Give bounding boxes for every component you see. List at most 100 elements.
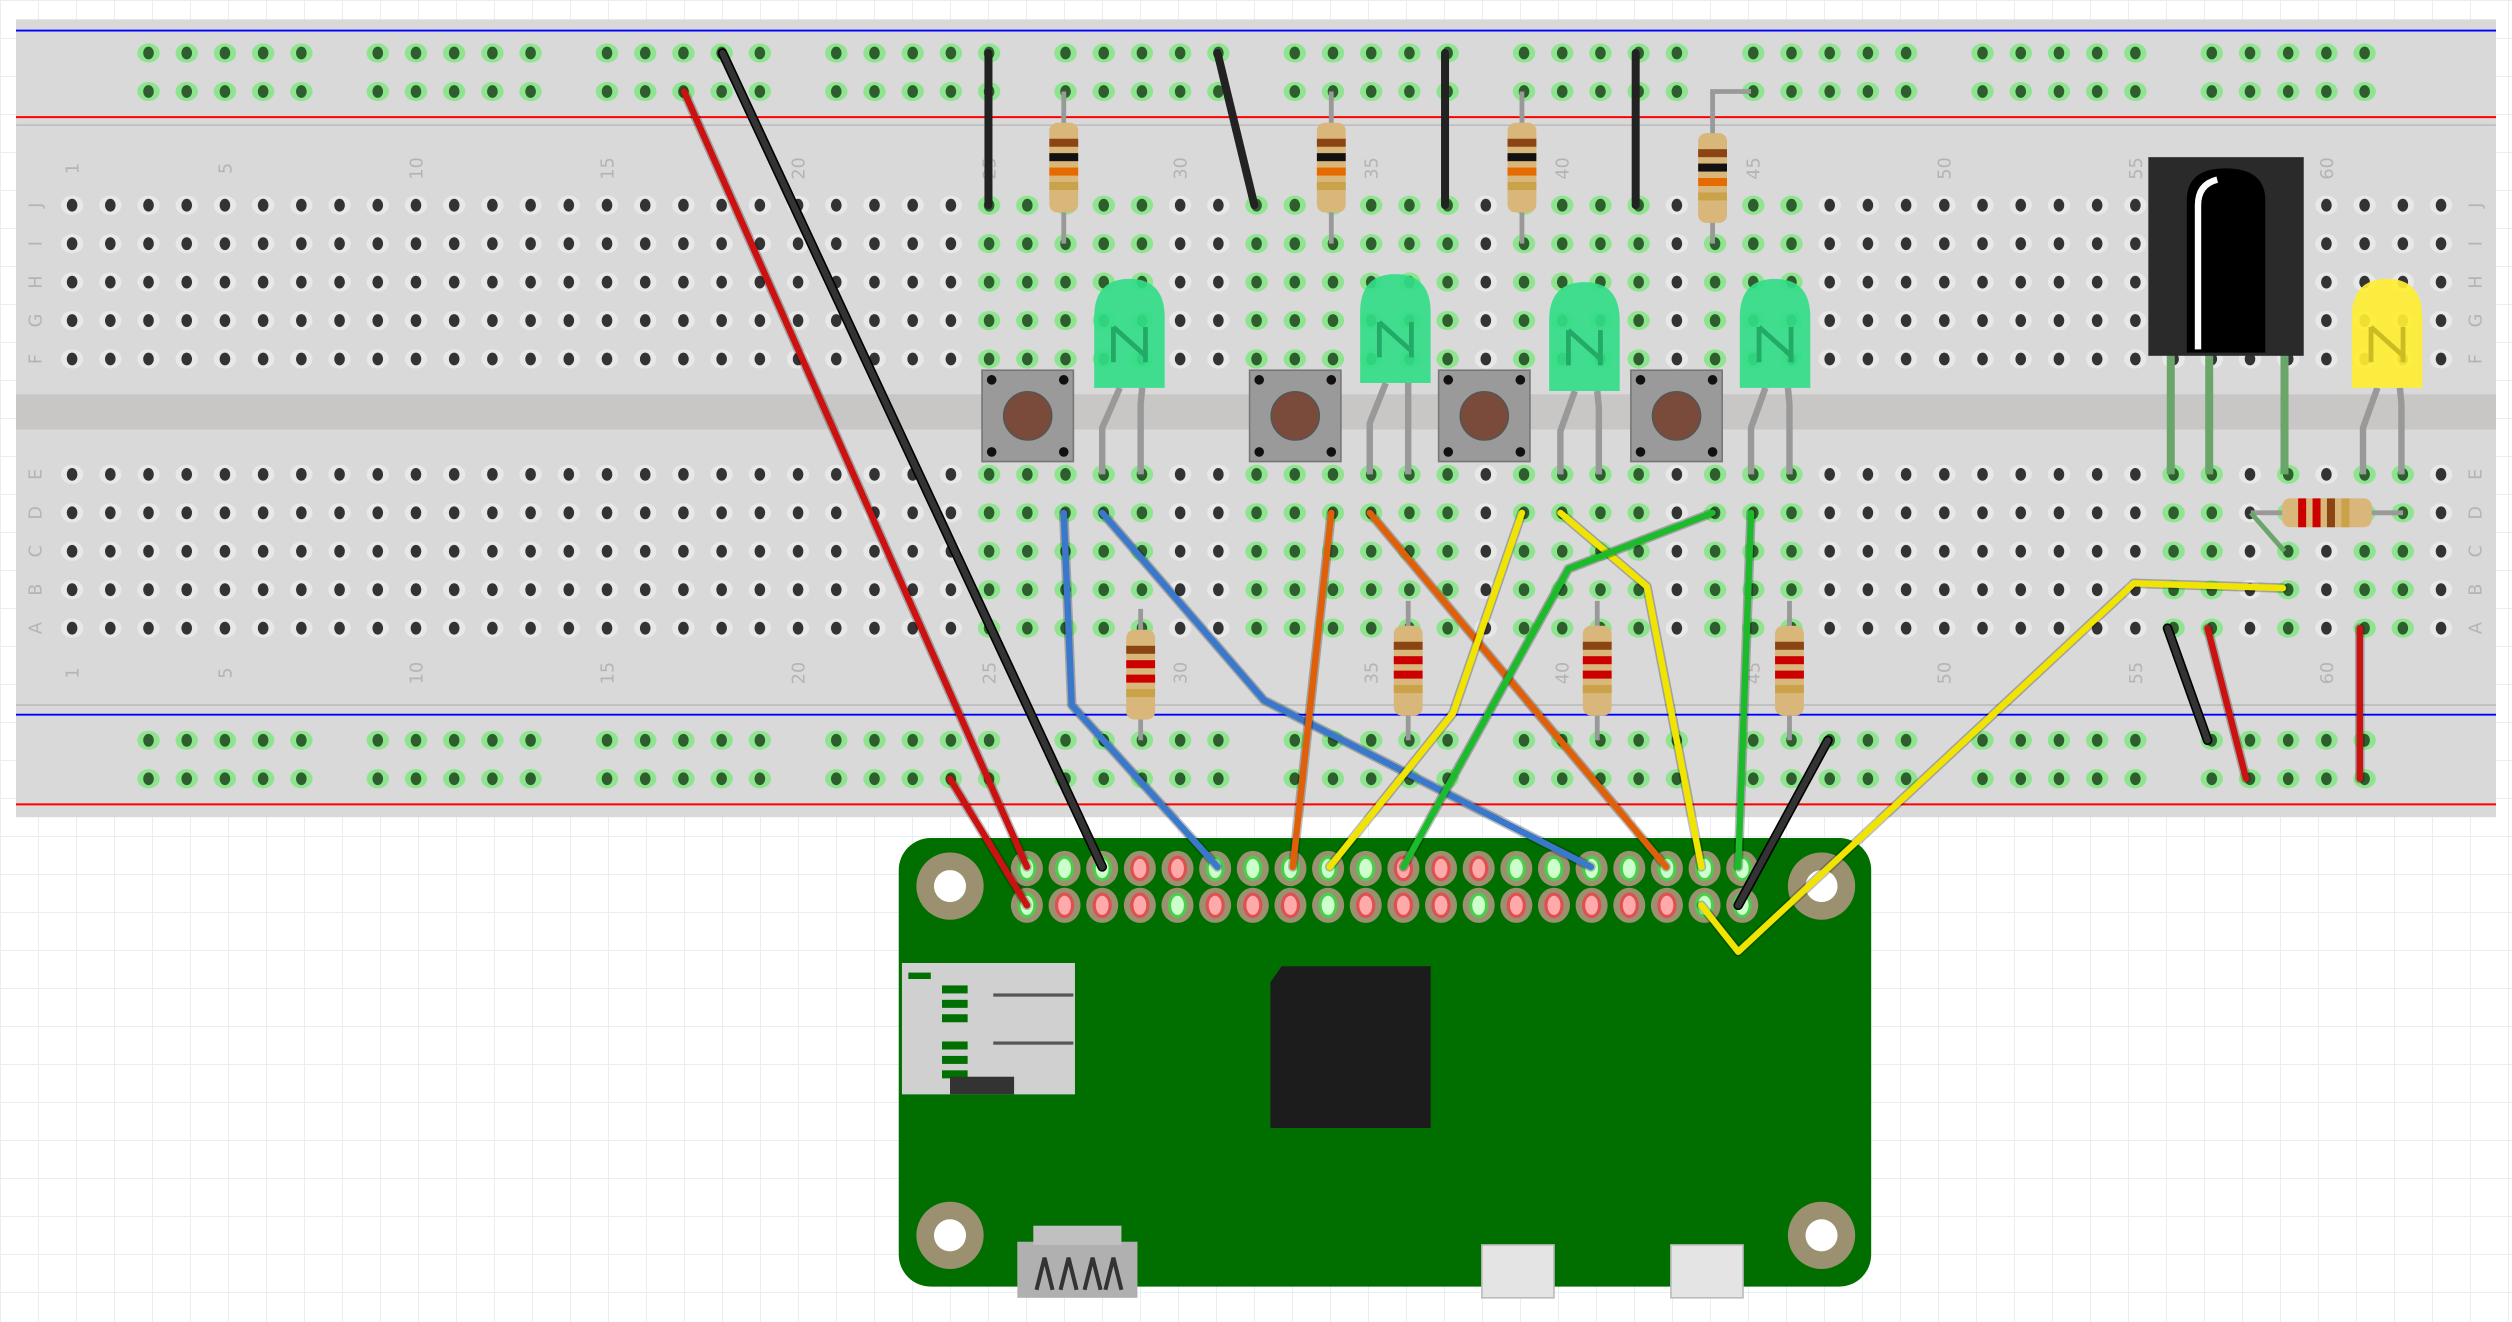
breadboard-hole[interactable]	[519, 349, 542, 369]
breadboard-hole[interactable]	[251, 310, 275, 331]
breadboard-hole[interactable]	[290, 769, 313, 789]
breadboard-hole[interactable]	[901, 349, 924, 369]
breadboard-hole[interactable]	[939, 234, 963, 254]
breadboard-hole[interactable]	[2353, 43, 2376, 63]
breadboard-hole[interactable]	[290, 310, 313, 331]
breadboard-hole[interactable]	[557, 503, 581, 523]
breadboard-hole[interactable]	[1551, 81, 1574, 102]
breadboard-hole[interactable]	[1474, 310, 1498, 331]
breadboard-hole[interactable]	[557, 272, 581, 292]
breadboard-hole[interactable]	[710, 580, 733, 600]
breadboard-hole[interactable]	[404, 769, 428, 789]
breadboard-hole[interactable]	[1245, 464, 1268, 484]
breadboard-hole[interactable]	[1130, 580, 1154, 600]
breadboard-hole[interactable]	[1818, 503, 1841, 523]
breadboard-hole[interactable]	[672, 618, 695, 638]
breadboard-hole[interactable]	[2276, 769, 2300, 789]
breadboard-hole[interactable]	[1971, 272, 1994, 292]
breadboard-hole[interactable]	[404, 81, 428, 102]
breadboard-hole[interactable]	[290, 81, 313, 102]
breadboard-hole[interactable]	[2009, 618, 2032, 638]
breadboard-hole[interactable]	[1359, 541, 1383, 561]
breadboard-hole[interactable]	[634, 272, 657, 292]
gpio-pin[interactable]	[1613, 850, 1646, 887]
breadboard-hole[interactable]	[137, 464, 160, 484]
breadboard-hole[interactable]	[1168, 541, 1192, 561]
breadboard-hole[interactable]	[1283, 234, 1306, 254]
breadboard-hole[interactable]	[2353, 580, 2376, 600]
breadboard-hole[interactable]	[60, 310, 84, 331]
breadboard-hole[interactable]	[442, 234, 466, 254]
breadboard-hole[interactable]	[175, 349, 198, 369]
breadboard-hole[interactable]	[672, 769, 695, 789]
breadboard-hole[interactable]	[1283, 310, 1306, 331]
breadboard-hole[interactable]	[1703, 234, 1727, 254]
breadboard-hole[interactable]	[1894, 43, 1918, 63]
breadboard-hole[interactable]	[60, 541, 84, 561]
breadboard-hole[interactable]	[1054, 43, 1077, 63]
breadboard-hole[interactable]	[60, 234, 84, 254]
breadboard-hole[interactable]	[1818, 541, 1841, 561]
breadboard-hole[interactable]	[1818, 310, 1841, 331]
breadboard-hole[interactable]	[2085, 503, 2109, 523]
breadboard-hole[interactable]	[1933, 541, 1956, 561]
breadboard-hole[interactable]	[634, 503, 657, 523]
gpio-pin[interactable]	[1500, 887, 1533, 923]
breadboard-hole[interactable]	[1283, 272, 1306, 292]
breadboard-hole[interactable]	[175, 81, 198, 102]
breadboard-hole[interactable]	[595, 310, 619, 331]
breadboard-hole[interactable]	[595, 541, 619, 561]
breadboard-hole[interactable]	[672, 272, 695, 292]
breadboard-hole[interactable]	[519, 234, 542, 254]
breadboard-hole[interactable]	[939, 580, 963, 600]
breadboard-hole[interactable]	[1894, 503, 1918, 523]
breadboard-hole[interactable]	[481, 541, 504, 561]
breadboard-hole[interactable]	[825, 349, 848, 369]
breadboard-hole[interactable]	[901, 503, 924, 523]
breadboard-hole[interactable]	[634, 234, 657, 254]
breadboard-hole[interactable]	[1092, 43, 1115, 63]
breadboard-hole[interactable]	[1971, 541, 1994, 561]
breadboard-hole[interactable]	[1436, 310, 1459, 331]
breadboard-hole[interactable]	[1245, 618, 1268, 638]
breadboard-hole[interactable]	[2124, 464, 2147, 484]
breadboard-hole[interactable]	[1321, 272, 1345, 292]
breadboard-hole[interactable]	[2124, 272, 2147, 292]
breadboard-hole[interactable]	[290, 464, 313, 484]
breadboard-hole[interactable]	[786, 541, 810, 561]
breadboard-hole[interactable]	[175, 541, 198, 561]
breadboard-hole[interactable]	[1971, 310, 1994, 331]
breadboard-hole[interactable]	[1971, 195, 1994, 215]
breadboard-hole[interactable]	[442, 349, 466, 369]
breadboard-hole[interactable]	[1130, 234, 1154, 254]
breadboard-hole[interactable]	[2315, 464, 2338, 484]
breadboard-hole[interactable]	[1818, 195, 1841, 215]
breadboard-hole[interactable]	[1092, 580, 1115, 600]
breadboard-hole[interactable]	[595, 618, 619, 638]
breadboard-hole[interactable]	[939, 195, 963, 215]
breadboard-hole[interactable]	[137, 81, 160, 102]
breadboard-hole[interactable]	[1398, 503, 1421, 523]
breadboard-hole[interactable]	[672, 464, 695, 484]
breadboard-hole[interactable]	[328, 349, 351, 369]
breadboard-hole[interactable]	[634, 618, 657, 638]
breadboard-hole[interactable]	[137, 541, 160, 561]
breadboard-hole[interactable]	[251, 234, 275, 254]
gpio-pin[interactable]	[1274, 887, 1307, 923]
breadboard-hole[interactable]	[1130, 195, 1154, 215]
gpio-pin[interactable]	[1575, 887, 1608, 923]
breadboard-hole[interactable]	[2009, 43, 2032, 63]
breadboard-hole[interactable]	[2353, 81, 2376, 102]
breadboard-hole[interactable]	[863, 730, 886, 750]
breadboard-hole[interactable]	[1016, 618, 1039, 638]
breadboard-hole[interactable]	[1818, 272, 1841, 292]
breadboard-hole[interactable]	[2238, 81, 2262, 102]
breadboard-hole[interactable]	[2315, 349, 2338, 369]
breadboard-hole[interactable]	[1933, 503, 1956, 523]
breadboard-hole[interactable]	[2353, 541, 2376, 561]
breadboard-hole[interactable]	[2429, 349, 2453, 369]
breadboard-hole[interactable]	[1016, 195, 1039, 215]
breadboard-hole[interactable]	[1856, 769, 1880, 789]
breadboard-hole[interactable]	[1589, 81, 1612, 102]
breadboard-hole[interactable]	[2391, 580, 2415, 600]
